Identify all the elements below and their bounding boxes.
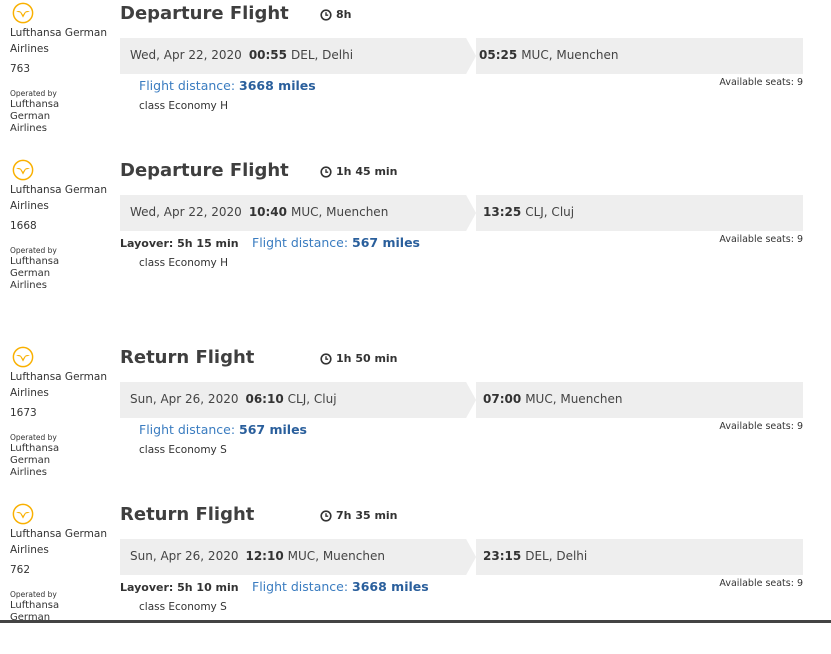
fare-class: class Economy S bbox=[139, 444, 227, 456]
operated-by-label: Operated by bbox=[10, 246, 57, 255]
clock-icon bbox=[320, 509, 332, 522]
operated-by-label: Operated by bbox=[10, 590, 57, 599]
clock-icon bbox=[320, 352, 332, 365]
flight-title: Departure Flight bbox=[120, 160, 289, 181]
arrival-place: MUC, Muenchen bbox=[521, 48, 619, 62]
distance-value: 567 miles bbox=[239, 422, 307, 437]
departure-place: CLJ, Cluj bbox=[287, 392, 337, 406]
flight-duration: 1h 45 min bbox=[320, 165, 398, 178]
available-seats: Available seats: 9 bbox=[719, 77, 803, 88]
fare-class: class Economy H bbox=[139, 100, 228, 112]
airline-logo-icon bbox=[12, 2, 34, 24]
duration-text: 7h 35 min bbox=[336, 509, 398, 522]
departure-time: 00:55 bbox=[248, 48, 288, 62]
flight-number: 1673 bbox=[10, 407, 37, 419]
flight-title: Departure Flight bbox=[120, 3, 289, 24]
departure-place: MUC, Muenchen bbox=[291, 205, 389, 219]
distance-value: 567 miles bbox=[352, 235, 420, 250]
departure-bar: Wed, Apr 22, 2020 00:55 DEL, Delhi bbox=[120, 38, 476, 74]
duration-text: 8h bbox=[336, 8, 352, 21]
airline-logo-icon bbox=[12, 159, 34, 181]
flight-duration: 1h 50 min bbox=[320, 352, 398, 365]
flight-duration: 7h 35 min bbox=[320, 509, 398, 522]
distance-label: Flight distance: bbox=[252, 235, 349, 250]
distance-label: Flight distance: bbox=[139, 78, 236, 93]
departure-date: Wed, Apr 22, 2020 bbox=[130, 205, 242, 219]
operating-airline: Lufthansa German Airlines bbox=[10, 99, 60, 134]
operated-by-label: Operated by bbox=[10, 433, 57, 442]
flight-distance: Flight distance: 567 miles bbox=[139, 422, 307, 437]
flight-duration: 8h bbox=[320, 8, 352, 21]
arrival-bar: 07:00 MUC, Muenchen bbox=[466, 382, 803, 418]
layover-time: Layover: 5h 10 min bbox=[120, 581, 239, 594]
layover-time: Layover: 5h 15 min bbox=[120, 237, 239, 250]
arrival-bar: 23:15 DEL, Delhi bbox=[466, 539, 803, 575]
duration-text: 1h 45 min bbox=[336, 165, 398, 178]
departure-bar: Sun, Apr 26, 2020 12:10 MUC, Muenchen bbox=[120, 539, 476, 575]
departure-date: Wed, Apr 22, 2020 bbox=[130, 48, 242, 62]
airline-name: Lufthansa German Airlines bbox=[10, 528, 107, 556]
flight-number: 762 bbox=[10, 564, 31, 576]
flight-distance: Flight distance: 567 miles bbox=[252, 235, 420, 250]
departure-place: MUC, Muenchen bbox=[287, 549, 385, 563]
distance-label: Flight distance: bbox=[252, 579, 349, 594]
departure-bar: Sun, Apr 26, 2020 06:10 CLJ, Cluj bbox=[120, 382, 476, 418]
flight-segment: Lufthansa German Airlines 1673 Operated … bbox=[0, 346, 831, 497]
arrival-place: DEL, Delhi bbox=[525, 549, 588, 563]
flight-title: Return Flight bbox=[120, 504, 255, 525]
departure-time: 06:10 bbox=[245, 392, 284, 406]
arrival-place: MUC, Muenchen bbox=[525, 392, 623, 406]
available-seats: Available seats: 9 bbox=[719, 421, 803, 432]
operating-airline: Lufthansa German Airlines bbox=[10, 443, 60, 478]
arrival-time: 07:00 bbox=[483, 392, 522, 406]
arrival-time: 05:25 bbox=[479, 48, 518, 62]
airline-logo-icon bbox=[12, 503, 34, 525]
arrival-bar: 05:25 MUC, Muenchen bbox=[466, 38, 803, 74]
operating-airline: Lufthansa German Airlines bbox=[10, 256, 60, 291]
flight-segment: Lufthansa German Airlines 1668 Operated … bbox=[0, 159, 831, 310]
flight-segment: Lufthansa German Airlines 763 Operated b… bbox=[0, 2, 831, 153]
arrival-place: CLJ, Cluj bbox=[525, 205, 575, 219]
flight-distance: Flight distance: 3668 miles bbox=[252, 579, 429, 594]
departure-date: Sun, Apr 26, 2020 bbox=[130, 392, 239, 406]
fare-class: class Economy H bbox=[139, 257, 228, 269]
operated-by-label: Operated by bbox=[10, 89, 57, 98]
clock-icon bbox=[320, 8, 332, 21]
departure-bar: Wed, Apr 22, 2020 10:40 MUC, Muenchen bbox=[120, 195, 476, 231]
airline-name: Lufthansa German Airlines bbox=[10, 371, 107, 399]
clock-icon bbox=[320, 165, 332, 178]
flight-segment: Lufthansa German Airlines 762 Operated b… bbox=[0, 503, 831, 654]
distance-value: 3668 miles bbox=[239, 78, 316, 93]
departure-place: DEL, Delhi bbox=[291, 48, 354, 62]
fare-class: class Economy S bbox=[139, 601, 227, 613]
flight-title: Return Flight bbox=[120, 347, 255, 368]
arrival-bar: 13:25 CLJ, Cluj bbox=[466, 195, 803, 231]
departure-date: Sun, Apr 26, 2020 bbox=[130, 549, 239, 563]
distance-label: Flight distance: bbox=[139, 422, 236, 437]
available-seats: Available seats: 9 bbox=[719, 234, 803, 245]
arrival-time: 23:15 bbox=[483, 549, 522, 563]
airline-name: Lufthansa German Airlines bbox=[10, 27, 107, 55]
departure-time: 10:40 bbox=[248, 205, 288, 219]
flight-number: 763 bbox=[10, 63, 31, 75]
flight-number: 1668 bbox=[10, 220, 37, 232]
flight-distance: Flight distance: 3668 miles bbox=[139, 78, 316, 93]
duration-text: 1h 50 min bbox=[336, 352, 398, 365]
arrival-time: 13:25 bbox=[483, 205, 522, 219]
airline-logo-icon bbox=[12, 346, 34, 368]
distance-value: 3668 miles bbox=[352, 579, 429, 594]
departure-time: 12:10 bbox=[245, 549, 284, 563]
airline-name: Lufthansa German Airlines bbox=[10, 184, 107, 212]
available-seats: Available seats: 9 bbox=[719, 578, 803, 589]
